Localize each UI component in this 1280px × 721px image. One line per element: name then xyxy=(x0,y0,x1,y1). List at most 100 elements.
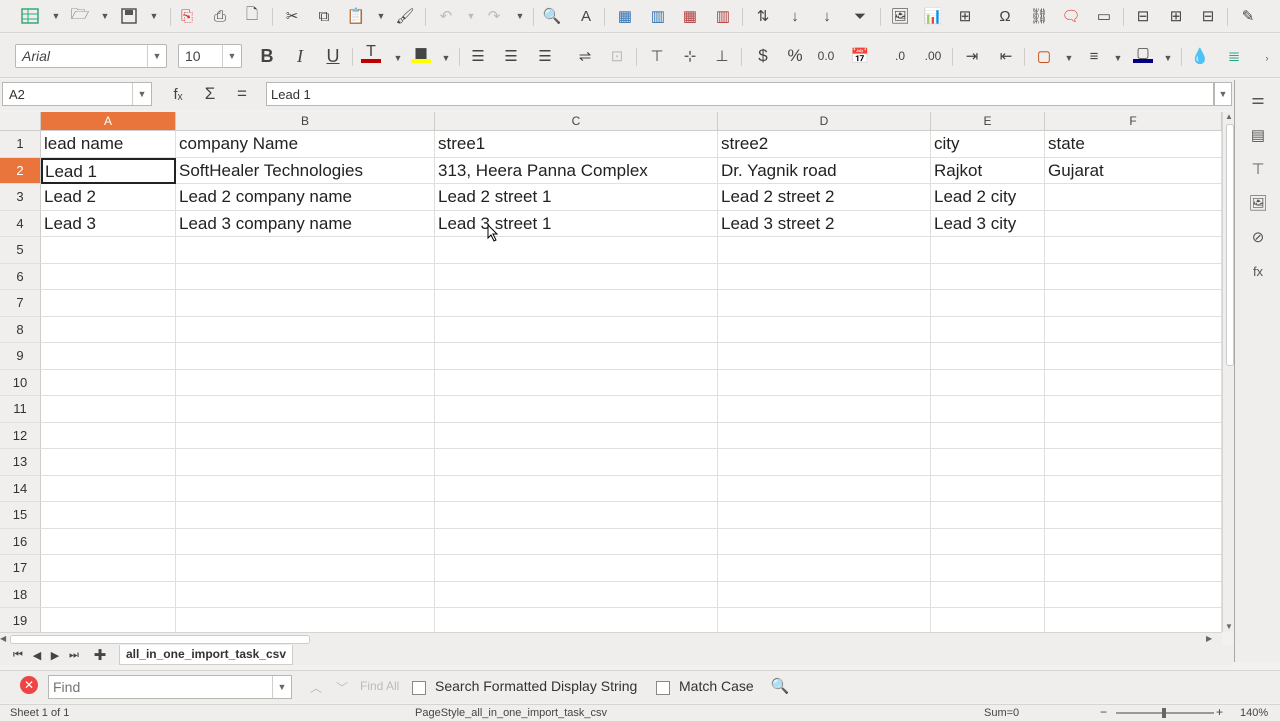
cell-c9[interactable] xyxy=(435,343,718,370)
hyperlink-icon[interactable]: ⛓ xyxy=(1029,6,1049,26)
cell-f16[interactable] xyxy=(1045,528,1222,555)
new-spreadsheet-icon[interactable] xyxy=(20,6,40,26)
find-replace-icon[interactable]: 🔍 xyxy=(770,676,790,696)
align-right-icon[interactable]: ☰ xyxy=(535,46,555,66)
cell-e4[interactable]: Lead 3 city xyxy=(931,210,1045,237)
cell-b12[interactable] xyxy=(176,422,435,449)
row-header-12[interactable]: 12 xyxy=(0,422,41,449)
formula-icon[interactable]: = xyxy=(232,84,252,104)
currency-format-button[interactable]: $ xyxy=(753,46,773,66)
cell-e3[interactable]: Lead 2 city xyxy=(931,184,1045,211)
redo-icon[interactable]: ↷ xyxy=(484,6,504,26)
cell-d14[interactable] xyxy=(718,475,931,502)
row-header-1[interactable]: 1 xyxy=(0,131,41,158)
show-draw-functions-icon[interactable]: ✎ xyxy=(1238,6,1258,26)
row-header-9[interactable]: 9 xyxy=(0,343,41,370)
percent-format-button[interactable]: % xyxy=(785,46,805,66)
align-center-icon[interactable]: ☰ xyxy=(501,46,521,66)
rows-icon[interactable]: ▦ xyxy=(615,6,635,26)
italic-button[interactable]: I xyxy=(290,46,310,66)
special-character-icon[interactable]: Ω xyxy=(995,6,1015,26)
cell-e15[interactable] xyxy=(931,502,1045,529)
highlight-color-button[interactable]: ▆ xyxy=(411,44,431,64)
function-wizard-icon[interactable]: fₓ xyxy=(168,84,188,104)
image-icon[interactable]: 🖼 xyxy=(1247,192,1269,214)
row-header-8[interactable]: 8 xyxy=(0,316,41,343)
functions-icon[interactable]: fx xyxy=(1247,260,1269,282)
column-header-b[interactable]: B xyxy=(176,112,435,131)
find-replace-icon[interactable]: 🔍 xyxy=(542,6,562,26)
cell-e6[interactable] xyxy=(931,263,1045,290)
borders-icon[interactable]: ▢ xyxy=(1034,46,1054,66)
cell-b17[interactable] xyxy=(176,555,435,582)
cell-f19[interactable] xyxy=(1045,608,1222,632)
delete-rows-icon[interactable]: ▦ xyxy=(680,6,700,26)
cell-e9[interactable] xyxy=(931,343,1045,370)
cell-d5[interactable] xyxy=(718,237,931,264)
cell-f14[interactable] xyxy=(1045,475,1222,502)
row-header-13[interactable]: 13 xyxy=(0,449,41,476)
headers-footers-icon[interactable]: ▭ xyxy=(1094,6,1114,26)
properties-icon[interactable]: ⚌ xyxy=(1247,88,1269,110)
cell-d16[interactable] xyxy=(718,528,931,555)
align-bottom-icon[interactable]: ⊥ xyxy=(712,46,732,66)
delete-columns-icon[interactable]: ▥ xyxy=(713,6,733,26)
expand-formula-icon[interactable]: ▼ xyxy=(1214,82,1232,106)
cell-c7[interactable] xyxy=(435,290,718,317)
cell-a9[interactable] xyxy=(41,343,176,370)
merge-cells-icon[interactable]: ⊡ xyxy=(607,46,627,66)
row-header-5[interactable]: 5 xyxy=(0,237,41,264)
cell-d15[interactable] xyxy=(718,502,931,529)
insert-chart-icon[interactable]: 📊 xyxy=(923,6,943,26)
cell-c1[interactable]: stree1 xyxy=(435,131,718,158)
autofilter-icon[interactable]: ⏷ xyxy=(850,6,870,26)
decrease-indent-icon[interactable]: ⇤ xyxy=(996,46,1016,66)
pivot-table-icon[interactable]: ⊞ xyxy=(955,6,975,26)
cell-c15[interactable] xyxy=(435,502,718,529)
cell-b2[interactable]: SoftHealer Technologies xyxy=(176,157,435,184)
cell-a12[interactable] xyxy=(41,422,176,449)
cell-b5[interactable] xyxy=(176,237,435,264)
border-style-icon[interactable]: ≡ xyxy=(1084,46,1104,66)
column-header-a[interactable]: A xyxy=(41,112,176,131)
cell-f4[interactable] xyxy=(1045,210,1222,237)
find-all-button[interactable]: Find All xyxy=(360,679,399,693)
search-formatted-checkbox[interactable] xyxy=(412,679,426,695)
conditional-format-icon[interactable]: 💧 xyxy=(1190,46,1210,66)
cell-a8[interactable] xyxy=(41,316,176,343)
clone-formatting-icon[interactable]: 🖌 xyxy=(395,6,415,26)
cell-c13[interactable] xyxy=(435,449,718,476)
cell-f12[interactable] xyxy=(1045,422,1222,449)
cell-b4[interactable]: Lead 3 company name xyxy=(176,210,435,237)
previous-sheet-icon[interactable]: ◀ xyxy=(27,645,47,665)
scroll-down-icon[interactable]: ▼ xyxy=(1225,622,1233,631)
cell-f18[interactable] xyxy=(1045,581,1222,608)
column-header-c[interactable]: C xyxy=(435,112,718,131)
align-left-icon[interactable]: ☰ xyxy=(468,46,488,66)
find-next-icon[interactable]: ﹀ xyxy=(332,677,352,697)
chevron-down-icon[interactable]: ▼ xyxy=(515,6,525,26)
cell-b1[interactable]: company Name xyxy=(176,131,435,158)
cell-c4[interactable]: Lead 3 street 1 xyxy=(435,210,718,237)
cell-b16[interactable] xyxy=(176,528,435,555)
chevron-down-icon[interactable]: ▼ xyxy=(393,48,403,68)
cell-f5[interactable] xyxy=(1045,237,1222,264)
cell-b10[interactable] xyxy=(176,369,435,396)
cell-b8[interactable] xyxy=(176,316,435,343)
cell-a4[interactable]: Lead 3 xyxy=(41,210,176,237)
row-header-2[interactable]: 2 xyxy=(0,157,41,184)
cell-c6[interactable] xyxy=(435,263,718,290)
number-format-button[interactable]: 0.0 xyxy=(816,46,836,66)
row-header-14[interactable]: 14 xyxy=(0,475,41,502)
split-window-icon[interactable]: ⊟ xyxy=(1198,6,1218,26)
spreadsheet-grid[interactable]: ABCDEF 1 2 3 4 5 6 7 8 9 10 11 12 13 14 15 16 17 18 19 lea… xyxy=(0,112,1222,632)
cell-a18[interactable] xyxy=(41,581,176,608)
add-sheet-icon[interactable]: ✚ xyxy=(90,645,110,665)
cell-d8[interactable] xyxy=(718,316,931,343)
cell-c3[interactable]: Lead 2 street 1 xyxy=(435,184,718,211)
spelling-icon[interactable]: A xyxy=(576,6,596,26)
cell-e2[interactable]: Rajkot xyxy=(931,157,1045,184)
row-header-3[interactable]: 3 xyxy=(0,184,41,211)
cell-f10[interactable] xyxy=(1045,369,1222,396)
cell-b15[interactable] xyxy=(176,502,435,529)
